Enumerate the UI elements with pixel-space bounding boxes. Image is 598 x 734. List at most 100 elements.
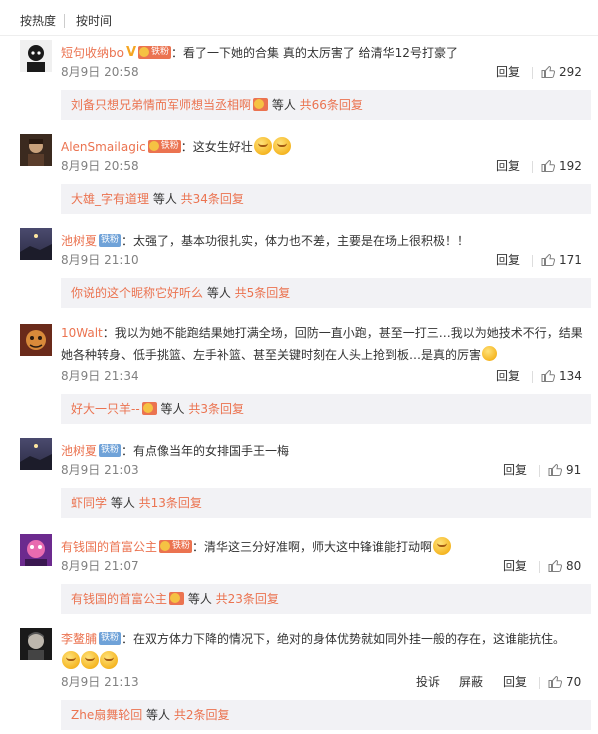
iron-fan-badge[interactable]: 铁粉 [99,234,122,247]
reply-button[interactable]: 回复 [496,368,520,384]
avatar[interactable] [20,40,52,72]
reply-summary[interactable]: 有钱国的首富公主 等人 共23条回复 [61,584,591,614]
sort-by-hot-tab[interactable]: 按热度 [20,14,56,28]
fan-badge[interactable]: 铁粉 [147,140,181,153]
avatar[interactable] [20,438,52,470]
like-count: 192 [559,159,582,173]
like-button[interactable]: 292 [532,64,582,80]
like-button[interactable]: 134 [532,368,582,384]
avatar[interactable] [20,534,52,566]
iron-fan-badge[interactable]: 铁粉 [99,444,122,457]
report-button[interactable]: 投诉 [416,674,440,690]
comment-meta: 8月9日 21:34 回复 134 [61,368,591,384]
reply-summary[interactable]: 刘备只想兄弟情而军师想当丞相啊 等人 共66条回复 [61,90,591,120]
like-count: 292 [559,65,582,79]
block-button[interactable]: 屏蔽 [459,674,483,690]
comment-username[interactable]: 10Walt [61,326,103,340]
reply-count-link[interactable]: 共2条回复 [174,708,230,722]
comment-text: ：有点像当年的女排国手王一梅 [121,444,290,458]
comment-line: 有钱国的首富公主 铁粉 ：清华这三分好准啊，师大这中锋谁能打动啊 [61,536,591,557]
reply-button[interactable]: 回复 [503,558,527,574]
reply-count-link[interactable]: 共13条回复 [139,496,202,510]
comment-time: 8月9日 21:13 [61,675,139,689]
comment-text: ：我以为她不能跑结果她打满全场，回防一直小跑，甚至一打三…我以为她技术不行，结果 [102,326,583,340]
comment-time: 8月9日 20:58 [61,65,139,79]
like-button[interactable]: 80 [539,558,581,574]
like-divider [539,560,540,573]
reply-summary[interactable]: Zhe扇舞轮回 等人 共2条回复 [61,700,591,730]
reply-count-link[interactable]: 共66条回复 [300,98,363,112]
sort-bar: 按热度 按时间 [0,0,598,36]
reply-count-link[interactable]: 共5条回复 [235,286,291,300]
reply-etc: 等人 [149,192,181,206]
sort-divider [64,14,65,28]
like-divider [539,464,540,477]
reply-names[interactable]: 刘备只想兄弟情而军师想当丞相啊 [71,98,251,112]
comment-meta: 8月9日 21:10 回复 171 [61,252,591,268]
sort-by-time-tab[interactable]: 按时间 [76,14,112,28]
comment-text: ：清华这三分好准啊，师大这中锋谁能打动啊 [192,540,433,554]
like-divider [532,370,533,383]
comment-time: 8月9日 21:03 [61,463,139,477]
like-divider [532,254,533,267]
reply-summary[interactable]: 虾同学 等人 共13条回复 [61,488,591,518]
reply-count-link[interactable]: 共23条回复 [216,592,279,606]
avatar[interactable] [20,628,52,660]
comment-username[interactable]: 有钱国的首富公主 [61,540,157,554]
fan-badge-icon [169,592,185,605]
reply-names[interactable]: 大雄_字有道理 [71,192,149,206]
comment-meta: 8月9日 20:58 回复 192 [61,158,591,174]
comment-line: 短句收纳bo V 铁粉 ：看了一下她的合集 真的太厉害了 给清华12号打豪了 [61,44,591,63]
reply-names[interactable]: 虾同学 [71,496,107,510]
iron-fan-badge[interactable]: 铁粉 [99,632,122,645]
reply-summary[interactable]: 好大一只羊-- 等人 共3条回复 [61,394,591,424]
avatar[interactable] [20,134,52,166]
like-count: 134 [559,369,582,383]
comment-username[interactable]: 短句收纳bo [61,46,124,60]
avatar[interactable] [20,228,52,260]
like-button[interactable]: 192 [532,158,582,174]
reply-button[interactable]: 回复 [496,158,520,174]
comment-time: 8月9日 21:07 [61,559,139,573]
reply-etc: 等人 [142,708,174,722]
fan-badge[interactable]: 铁粉 [138,46,172,59]
reply-summary[interactable]: 大雄_字有道理 等人 共34条回复 [61,184,591,214]
thumbs-up-icon [548,559,562,572]
thumbs-up-icon [541,159,555,172]
comment-username[interactable]: 池树夏 [61,234,97,248]
comment-username[interactable]: 李鳌脯 [61,632,97,646]
reply-etc: 等人 [203,286,235,300]
comment-username[interactable]: 池树夏 [61,444,97,458]
like-button[interactable]: 70 [539,674,581,690]
reply-names[interactable]: Zhe扇舞轮回 [71,708,142,722]
fan-badge-icon [141,402,157,415]
reply-button[interactable]: 回复 [503,674,527,690]
reply-etc: 等人 [107,496,139,510]
comment-line: 池树夏 铁粉 ：有点像当年的女排国手王一梅 [61,442,591,460]
reply-button[interactable]: 回复 [496,64,520,80]
reply-names[interactable]: 有钱国的首富公主 [71,592,167,606]
like-button[interactable]: 91 [539,462,581,478]
reply-names[interactable]: 好大一只羊-- [71,402,140,416]
comment-text-continued: 她各种转身、低手挑篮、左手补篮、甚至关键时刻在人头上抢到板…是真的厉害 [61,348,482,362]
comment-meta: 8月9日 21:13 投诉 屏蔽 回复 70 [61,674,591,690]
reply-count-link[interactable]: 共3条回复 [188,402,244,416]
reply-names[interactable]: 你说的这个昵称它好听么 [71,286,203,300]
fan-badge[interactable]: 铁粉 [159,540,193,553]
verified-icon: V [125,44,137,60]
like-divider [532,66,533,79]
comment-text: ：在双方体力下降的情况下，绝对的身体优势就如同外挂一般的存在，这谁能抗住。 [121,632,566,646]
reply-button[interactable]: 回复 [503,462,527,478]
reply-summary[interactable]: 你说的这个昵称它好听么 等人 共5条回复 [61,278,591,308]
reply-etc: 等人 [156,402,189,416]
reply-button[interactable]: 回复 [496,252,520,268]
thumbs-up-icon [548,675,562,688]
fan-badge-icon [253,98,269,111]
comment-line: 李鳌脯 铁粉 ：在双方体力下降的情况下，绝对的身体优势就如同外挂一般的存在，这谁能抗… [61,629,591,671]
reply-count-link[interactable]: 共34条回复 [181,192,244,206]
comment-line: 10Walt：我以为她不能跑结果她打满全场，回防一直小跑，甚至一打三…我以为她技… [61,322,591,366]
strong-emoji-icon [482,346,498,361]
like-button[interactable]: 171 [532,252,582,268]
avatar[interactable] [20,324,52,356]
comment-username[interactable]: AlenSmailagic [61,140,146,154]
